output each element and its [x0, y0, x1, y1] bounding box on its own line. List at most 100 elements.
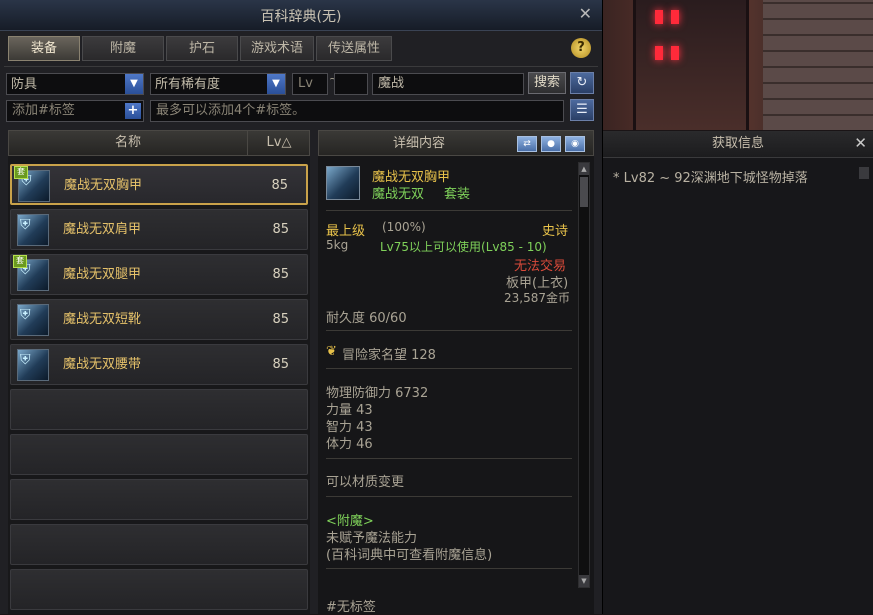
laurel-icon: ❦ — [326, 344, 337, 359]
rarity-select[interactable]: 所有稀有度 ▼ — [150, 73, 286, 95]
acquisition-info-panel: 获取信息 ✕ * Lv82 ~ 92深渊地下城怪物掉落 — [603, 131, 873, 614]
scroll-thumb[interactable] — [580, 177, 588, 207]
tab-teleport-attributes[interactable]: 传送属性 — [316, 36, 392, 61]
grade-percent: (100%) — [382, 220, 426, 234]
scroll-up-icon[interactable]: ▲ — [579, 163, 589, 175]
item-level: 85 — [272, 312, 289, 327]
requirement: Lv75以上可以使用(Lv85 - 10) — [380, 240, 547, 254]
tag-placeholder: 添加#标签 — [12, 103, 75, 118]
category-value: 防具 — [11, 77, 38, 92]
chevron-down-icon[interactable]: ▼ — [125, 74, 143, 94]
item-level: 85 — [271, 178, 288, 193]
red-light-icon — [655, 46, 663, 60]
divider — [326, 496, 572, 497]
level-label: Lv — [298, 76, 313, 91]
category-select[interactable]: 防具 ▼ — [6, 73, 144, 95]
level-min-input[interactable]: Lv — [292, 73, 328, 95]
refresh-icon[interactable]: ↻ — [570, 72, 594, 94]
sell-price: 23,587金币 — [504, 291, 570, 305]
acquisition-source: * Lv82 ~ 92深渊地下城怪物掉落 — [613, 171, 808, 186]
divider — [4, 66, 598, 67]
list-item[interactable]: ⛨ 魔战无双肩甲 85 — [10, 209, 308, 250]
add-tag-icon[interactable]: + — [125, 103, 141, 119]
item-name: 魔战无双肩甲 — [63, 222, 142, 237]
material-change: 可以材质变更 — [326, 475, 405, 490]
red-light-icon — [671, 10, 679, 24]
brick-wall-image — [763, 0, 873, 130]
game-scene-background — [603, 0, 873, 130]
title-bar[interactable]: 百科辞典(无) ✕ — [0, 0, 602, 31]
tab-game-terms[interactable]: 游戏术语 — [240, 36, 314, 61]
tag-label: #无标签 — [326, 600, 376, 615]
close-icon[interactable]: ✕ — [854, 134, 867, 152]
divider — [326, 210, 572, 211]
scroll-down-icon[interactable]: ▼ — [579, 575, 589, 587]
list-item[interactable]: ⛨ 魔战无双腰带 85 — [10, 344, 308, 385]
encyclopedia-window: 百科辞典(无) ✕ 装备 附魔 护石 游戏术语 传送属性 ? 防具 ▼ 所有稀有… — [0, 0, 603, 615]
red-light-icon — [671, 46, 679, 60]
level-max-input[interactable] — [334, 73, 368, 95]
list-item[interactable]: ⛨ 套 魔战无双胸甲 85 — [10, 164, 308, 205]
window-title: 百科辞典(无) — [260, 9, 342, 25]
tag-input[interactable]: 添加#标签 — [6, 100, 144, 122]
tag-hint: 最多可以添加4个#标签。 — [156, 103, 306, 118]
divider — [326, 458, 572, 459]
adventurer-fame: 冒险家名望 128 — [342, 348, 436, 363]
item-level: 85 — [272, 222, 289, 237]
set-badge-icon: 套 — [14, 166, 28, 179]
rarity: 史诗 — [542, 224, 569, 239]
column-header-name[interactable]: 名称 — [9, 131, 247, 155]
shoulder-armor-icon: ⛨ — [17, 214, 49, 246]
grade: 最上级 — [326, 224, 366, 239]
sort-icon[interactable]: ☰ — [570, 99, 594, 121]
tab-equipment[interactable]: 装备 — [8, 36, 80, 61]
list-item[interactable]: ⛨ 套 魔战无双腿甲 85 — [10, 254, 308, 295]
divider — [326, 330, 572, 331]
detail-header: 详细内容 ⇄ ● ◉ — [318, 130, 594, 156]
set-name: 魔战无双 — [372, 187, 425, 202]
info-header: 获取信息 ✕ — [603, 131, 873, 158]
column-header-level[interactable]: Lv△ — [247, 131, 310, 155]
rarity-value: 所有稀有度 — [155, 77, 221, 92]
close-icon[interactable]: ✕ — [579, 4, 592, 23]
compare-icon[interactable]: ⇄ — [517, 136, 537, 152]
pin-icon[interactable]: ● — [541, 136, 561, 152]
item-name: 魔战无双胸甲 — [64, 178, 143, 193]
divider — [326, 568, 572, 569]
detail-scrollbar[interactable]: ▲ ▼ — [578, 162, 590, 588]
empty-list-slot — [10, 389, 308, 430]
eye-icon[interactable]: ◉ — [565, 136, 585, 152]
divider — [326, 368, 572, 369]
empty-list-slot — [10, 434, 308, 475]
item-level: 85 — [272, 357, 289, 372]
item-level: 85 — [272, 267, 289, 282]
search-input[interactable]: 魔战 — [372, 73, 524, 95]
enchant-hint: (百科词典中可查看附魔信息) — [326, 548, 493, 563]
info-scrollbar[interactable] — [859, 167, 869, 179]
detail-title: 详细内容 — [392, 136, 445, 151]
red-light-icon — [655, 10, 663, 24]
empty-list-slot — [10, 479, 308, 520]
info-title: 获取信息 — [711, 136, 764, 151]
stat-line: 体力 46 — [326, 437, 373, 452]
help-icon[interactable]: ? — [571, 38, 591, 58]
tag-list-field: 最多可以添加4个#标签。 — [150, 100, 564, 122]
set-label: 套装 — [444, 187, 471, 202]
detail-panel: 详细内容 ⇄ ● ◉ 魔战无双胸甲 魔战无双 套装 最上级 (100%) 史诗 … — [318, 130, 594, 615]
item-name: 魔战无双短靴 — [63, 312, 142, 327]
empty-list-slot — [10, 569, 308, 610]
weight: 5kg — [326, 238, 349, 252]
chevron-down-icon[interactable]: ▼ — [267, 74, 285, 94]
tower-image — [633, 0, 749, 130]
tab-talisman[interactable]: 护石 — [166, 36, 238, 61]
item-name: 魔战无双腰带 — [63, 357, 142, 372]
item-name: 魔战无双腿甲 — [63, 267, 142, 282]
list-header: 名称 Lv△ — [8, 130, 310, 156]
boots-icon: ⛨ — [17, 304, 49, 336]
belt-icon: ⛨ — [17, 349, 49, 381]
list-item[interactable]: ⛨ 魔战无双短靴 85 — [10, 299, 308, 340]
tab-enchant[interactable]: 附魔 — [82, 36, 164, 61]
durability: 耐久度 60/60 — [326, 311, 407, 326]
set-badge-icon: 套 — [13, 255, 27, 268]
search-button[interactable]: 搜索 — [528, 72, 566, 94]
